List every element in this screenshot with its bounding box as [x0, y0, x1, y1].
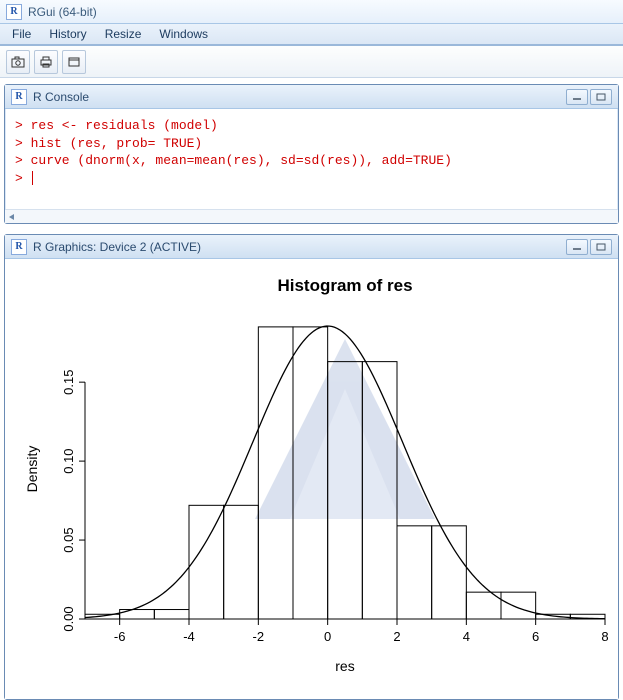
graphics-titlebar[interactable]: R R Graphics: Device 2 (ACTIVE)	[5, 235, 618, 259]
menubar: File History Resize Windows	[0, 24, 623, 46]
console-line: > curve (dnorm(x, mean=mean(res), sd=sd(…	[15, 153, 452, 168]
menu-resize[interactable]: Resize	[97, 25, 150, 43]
svg-text:0.15: 0.15	[61, 370, 76, 395]
svg-text:-6: -6	[114, 629, 126, 644]
console-title: R Console	[33, 90, 560, 104]
svg-text:4: 4	[463, 629, 470, 644]
window-icon[interactable]	[62, 50, 86, 74]
graphics-window: R R Graphics: Device 2 (ACTIVE) Histogra…	[4, 234, 619, 700]
toolbar	[0, 46, 623, 78]
camera-icon[interactable]	[6, 50, 30, 74]
r-logo-icon: R	[11, 239, 27, 255]
console-window-controls	[566, 89, 612, 105]
minimize-icon[interactable]	[566, 89, 588, 105]
r-logo-icon: R	[11, 89, 27, 105]
minimize-icon[interactable]	[566, 239, 588, 255]
console-titlebar[interactable]: R R Console	[5, 85, 618, 109]
mdi-client-area: R R Console > res <- residuals (model) >…	[0, 78, 623, 700]
console-output[interactable]: > res <- residuals (model) > hist (res, …	[5, 109, 618, 209]
svg-text:0.00: 0.00	[61, 606, 76, 631]
console-window: R R Console > res <- residuals (model) >…	[4, 84, 619, 224]
horizontal-scrollbar[interactable]	[5, 209, 618, 223]
console-line: > res <- residuals (model)	[15, 118, 218, 133]
svg-text:Density: Density	[24, 446, 40, 493]
svg-text:Histogram of res: Histogram of res	[277, 276, 412, 295]
histogram-plot: Histogram of res -6 -4 -2 0 2 4 6 8 res 0.00 0.05 0.…	[5, 259, 618, 699]
graphics-title: R Graphics: Device 2 (ACTIVE)	[33, 240, 560, 254]
svg-text:-4: -4	[183, 629, 195, 644]
console-prompt: >	[15, 171, 31, 186]
svg-text:0: 0	[324, 629, 331, 644]
svg-text:-2: -2	[253, 629, 265, 644]
console-line: > hist (res, prob= TRUE)	[15, 136, 202, 151]
svg-text:0.05: 0.05	[61, 527, 76, 552]
svg-text:8: 8	[601, 629, 608, 644]
graphics-plot-area: Histogram of res -6 -4 -2 0 2 4 6 8 res 0.00 0.05 0.…	[5, 259, 618, 699]
svg-text:2: 2	[393, 629, 400, 644]
maximize-icon[interactable]	[590, 89, 612, 105]
svg-text:res: res	[335, 658, 354, 674]
svg-text:0.10: 0.10	[61, 448, 76, 473]
menu-history[interactable]: History	[41, 25, 94, 43]
menu-windows[interactable]: Windows	[151, 25, 216, 43]
menu-file[interactable]: File	[4, 25, 39, 43]
text-cursor	[32, 171, 33, 185]
print-icon[interactable]	[34, 50, 58, 74]
r-logo-icon: R	[6, 4, 22, 20]
graphics-window-controls	[566, 239, 612, 255]
app-titlebar: R RGui (64-bit)	[0, 0, 623, 24]
svg-text:6: 6	[532, 629, 539, 644]
app-title: RGui (64-bit)	[28, 5, 97, 19]
maximize-icon[interactable]	[590, 239, 612, 255]
